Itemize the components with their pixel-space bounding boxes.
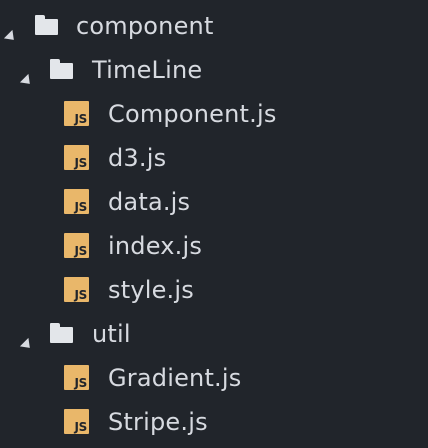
- file-label: style.js: [108, 276, 194, 304]
- folder-icon: [50, 59, 73, 79]
- file-item[interactable]: JS d3.js: [0, 136, 428, 180]
- file-label: index.js: [108, 232, 203, 260]
- js-file-icon: JS: [64, 101, 89, 126]
- expand-arrow-icon[interactable]: [19, 63, 35, 91]
- js-file-icon: JS: [64, 365, 89, 390]
- file-label: Component.js: [108, 100, 277, 128]
- file-label: data.js: [108, 188, 191, 216]
- js-file-icon: JS: [64, 409, 89, 434]
- folder-label: component: [76, 12, 214, 40]
- folder-label: util: [92, 320, 131, 348]
- file-label: Stripe.js: [108, 408, 208, 436]
- js-file-icon: JS: [64, 277, 89, 302]
- folder-util[interactable]: util: [0, 312, 428, 356]
- folder-timeline[interactable]: TimeLine: [0, 48, 428, 92]
- file-item[interactable]: JS index.js: [0, 224, 428, 268]
- file-item[interactable]: JS Component.js: [0, 92, 428, 136]
- folder-component[interactable]: component: [0, 4, 428, 48]
- expand-arrow-icon[interactable]: [19, 327, 35, 355]
- folder-icon: [50, 323, 73, 343]
- file-item[interactable]: JS Stripe.js: [0, 400, 428, 444]
- file-label: Gradient.js: [108, 364, 242, 392]
- file-item[interactable]: JS style.js: [0, 268, 428, 312]
- file-item[interactable]: JS Gradient.js: [0, 356, 428, 400]
- file-label: d3.js: [108, 144, 167, 172]
- js-file-icon: JS: [64, 189, 89, 214]
- expand-arrow-icon[interactable]: [3, 19, 19, 47]
- file-item[interactable]: JS data.js: [0, 180, 428, 224]
- folder-icon: [35, 15, 58, 35]
- folder-label: TimeLine: [92, 56, 203, 84]
- js-file-icon: JS: [64, 145, 89, 170]
- file-tree: component TimeLine JS Component.js JS d3…: [0, 0, 428, 448]
- js-file-icon: JS: [64, 233, 89, 258]
